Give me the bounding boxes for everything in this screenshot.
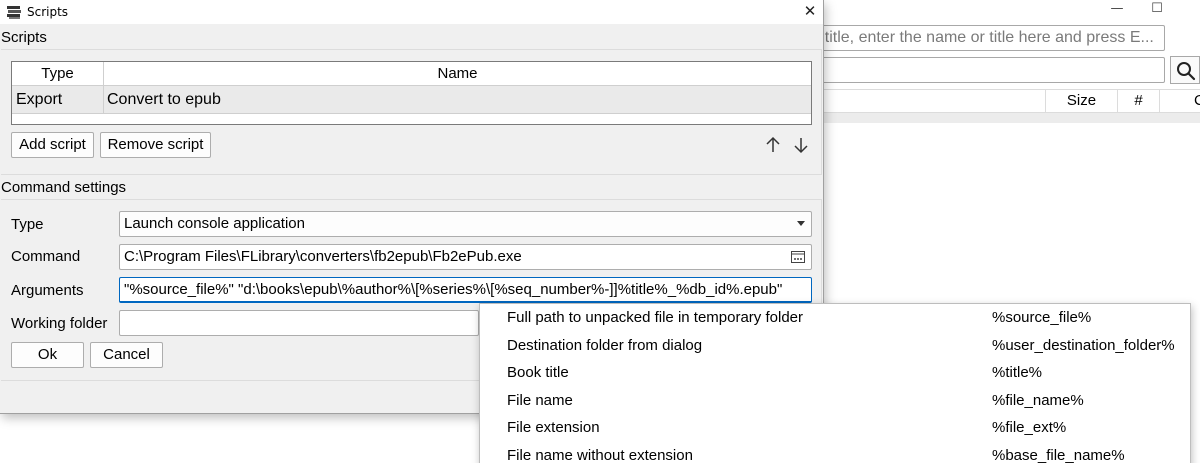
- add-script-button[interactable]: Add script: [11, 132, 94, 158]
- variables-popup-menu: Full path to unpacked file in temporary …: [479, 303, 1191, 463]
- filter-input[interactable]: [808, 57, 1165, 83]
- arrow-up-icon: [766, 136, 780, 152]
- column-header-type[interactable]: Type: [12, 62, 104, 85]
- menu-item-description: Destination folder from dialog: [507, 336, 703, 354]
- menu-item-variable: %user_destination_folder%: [992, 336, 1175, 354]
- scripts-table-header: Type Name: [12, 62, 811, 86]
- cancel-button[interactable]: Cancel: [90, 342, 163, 368]
- scripts-table[interactable]: Type Name Export Convert to epub: [11, 61, 812, 125]
- search-icon: [1177, 62, 1196, 81]
- menu-item-file-ext[interactable]: File extension %file_ext%: [480, 414, 1190, 441]
- row-type-cell: Export: [12, 86, 104, 113]
- column-header-size[interactable]: Size: [1045, 90, 1117, 112]
- command-input[interactable]: C:\Program Files\FLibrary\converters\fb2…: [119, 244, 812, 270]
- quick-search-input[interactable]: r title, enter the name or title here an…: [808, 25, 1165, 51]
- working-folder-input[interactable]: [119, 310, 479, 336]
- minimize-button[interactable]: —: [1097, 0, 1137, 20]
- books-table-band: [808, 113, 1200, 123]
- command-input-value: C:\Program Files\FLibrary\converters\fb2…: [124, 248, 522, 265]
- menu-item-variable: %title%: [992, 364, 1043, 381]
- chevron-down-icon: [797, 221, 805, 226]
- menu-item-user-destination-folder[interactable]: Destination folder from dialog %user_des…: [480, 332, 1190, 359]
- arguments-label: Arguments: [11, 282, 84, 299]
- move-down-button[interactable]: [790, 134, 812, 156]
- dialog-title: Scripts: [27, 5, 69, 19]
- menu-item-description: File extension: [507, 419, 600, 436]
- books-table-header: Size # C: [808, 89, 1200, 113]
- ok-button[interactable]: Ok: [11, 342, 84, 368]
- menu-item-variable: %file_ext%: [992, 419, 1067, 436]
- app-books-icon: [7, 6, 21, 19]
- menu-item-variable: %file_name%: [992, 391, 1084, 409]
- dialog-titlebar: Scripts ✕: [0, 0, 823, 24]
- menu-item-title[interactable]: Book title %title%: [480, 359, 1190, 386]
- search-button[interactable]: [1170, 56, 1200, 84]
- scripts-group-title: Scripts: [1, 29, 47, 46]
- menu-item-description: File name without extension: [507, 446, 693, 463]
- type-select[interactable]: Launch console application: [119, 211, 812, 237]
- menu-item-base-file-name[interactable]: File name without extension %base_file_n…: [480, 442, 1190, 463]
- command-settings-title: Command settings: [1, 179, 127, 196]
- close-icon[interactable]: ✕: [797, 1, 823, 23]
- arrow-down-icon: [794, 138, 808, 154]
- menu-item-variable: %base_file_name%: [992, 446, 1125, 463]
- main-window-titlebar: — ☐: [820, 0, 1200, 22]
- browse-file-icon[interactable]: [791, 251, 805, 263]
- type-label: Type: [11, 216, 44, 233]
- column-header-number[interactable]: #: [1117, 90, 1159, 112]
- maximize-button[interactable]: ☐: [1137, 0, 1177, 20]
- row-name-cell: Convert to epub: [107, 91, 221, 108]
- menu-item-source-file[interactable]: Full path to unpacked file in temporary …: [480, 304, 1190, 331]
- menu-item-variable: %source_file%: [992, 309, 1092, 326]
- menu-item-description: Book title: [507, 364, 569, 381]
- menu-item-description: File name: [507, 391, 573, 409]
- column-header-c[interactable]: C: [1159, 90, 1200, 112]
- remove-script-button[interactable]: Remove script: [100, 132, 211, 158]
- menu-item-file-name[interactable]: File name %file_name%: [480, 387, 1190, 414]
- menu-item-description: Full path to unpacked file in temporary …: [507, 309, 803, 326]
- type-select-value: Launch console application: [124, 215, 305, 232]
- command-label: Command: [11, 248, 81, 265]
- column-header-name[interactable]: Name: [104, 62, 811, 85]
- arguments-input[interactable]: "%source_file%" "d:\books\epub\%author%\…: [119, 277, 812, 303]
- move-up-button[interactable]: [762, 134, 784, 156]
- working-folder-label: Working folder: [11, 315, 108, 332]
- table-row[interactable]: Export Convert to epub: [12, 86, 811, 114]
